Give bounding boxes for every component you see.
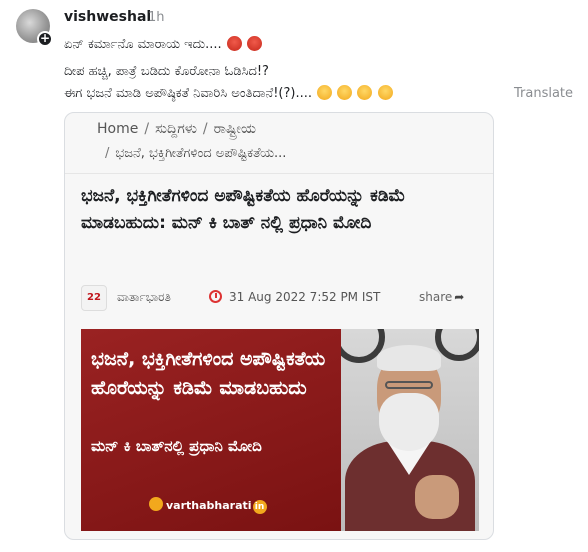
laughing-emoji-icon — [357, 85, 373, 100]
translate-link[interactable]: Translate — [514, 86, 573, 101]
laughing-emoji-icon — [337, 85, 353, 100]
banner-headline: ಭಜನೆ, ಭಕ್ತಿಗೀತೆಗಳಿಂದ ಅಪೌಷ್ಟಿಕತೆಯ ಹೊರೆಯನ್… — [91, 348, 326, 399]
banner-logo: varthabharati in — [149, 497, 267, 514]
breadcrumb: Home / ಸುದ್ದಿಗಳು / ರಾಷ್ಟ್ರೀಯ — [97, 121, 256, 137]
caption-line-2: ದೀಪ ಹಚ್ಚಿ, ಪಾತ್ರೆ ಬಡಿದು ಕೊರೋನಾ ಓಡಿಸಿದ!? — [64, 64, 269, 79]
source-name: ವಾರ್ತಾಭಾರತಿ — [117, 290, 171, 304]
person-hand — [415, 475, 459, 519]
caption-line-3: ಈಗ ಭಜನೆ ಮಾಡಿ ಅಪೌಷ್ಠಿಕತೆ ನಿವಾರಿಸಿ ಅಂತಿದಾನ… — [64, 85, 393, 101]
person-hair — [377, 345, 441, 371]
banner-logo-text: varthabharati — [166, 499, 252, 512]
article-headline[interactable]: ಭಜನೆ, ಭಕ್ತಿಗೀತೆಗಳಿಂದ ಅಪೌಷ್ಟಿಕತೆಯ ಹೊರೆಯನ್… — [81, 183, 481, 237]
laughing-emoji-icon — [377, 85, 393, 100]
source-logo: 22 — [81, 285, 107, 311]
add-icon[interactable]: + — [37, 31, 53, 47]
caption-text: ಏನ್ ಕರ್ಮಾನೊ ಮಾರಾಯ ಇದು.... — [64, 37, 222, 52]
background-wheel — [435, 329, 479, 361]
article-date: 31 Aug 2022 7:52 PM IST — [229, 290, 381, 304]
share-button[interactable]: share ➦ — [419, 290, 464, 304]
portrait-photo — [341, 329, 479, 531]
share-arrow-icon: ➦ — [454, 290, 465, 304]
breadcrumb-current-label: ಭಜನೆ, ಭಕ್ತಿಗೀತೆಗಳಿಂದ ಅಪೌಷ್ಟಿಕತೆಯ... — [115, 146, 287, 161]
breadcrumb-national[interactable]: ರಾಷ್ಟ್ರೀಯ — [214, 121, 256, 137]
hand-icon — [149, 497, 163, 511]
username[interactable]: vishweshal — [64, 9, 151, 25]
clock-icon — [209, 290, 222, 303]
banner-logo-suffix: in — [252, 500, 267, 514]
breadcrumb-news[interactable]: ಸುದ್ದಿಗಳು — [155, 121, 197, 137]
breadcrumb-current: / ಭಜನೆ, ಭಕ್ತಿಗೀತೆಗಳಿಂದ ಅಪೌಷ್ಟಿಕತೆಯ... — [105, 146, 287, 161]
laughing-emoji-icon — [317, 85, 333, 100]
angry-emoji-icon — [226, 36, 242, 51]
divider — [65, 173, 493, 174]
link-preview-card[interactable]: Home / ಸುದ್ದಿಗಳು / ರಾಷ್ಟ್ರೀಯ / ಭಜನೆ, ಭಕ್ತಿಗೀತ… — [64, 112, 494, 540]
caption-text: ಈಗ ಭಜನೆ ಮಾಡಿ ಅಪೌಷ್ಠಿಕತೆ ನಿವಾರಿಸಿ ಅಂತಿದಾನ… — [64, 86, 312, 101]
post-timestamp: 1h — [148, 10, 165, 25]
banner-subheadline: ಮನ್ ಕಿ ಬಾತ್‌ನಲ್ಲಿ ಪ್ರಧಾನಿ ಮೋದಿ — [91, 437, 262, 455]
article-image[interactable]: ಭಜನೆ, ಭಕ್ತಿಗೀತೆಗಳಿಂದ ಅಪೌಷ್ಟಿಕತೆಯ ಹೊರೆಯನ್… — [81, 329, 479, 531]
caption-line-1: ಏನ್ ಕರ್ಮಾನೊ ಮಾರಾಯ ಇದು.... — [64, 36, 262, 52]
share-label: share — [419, 290, 453, 304]
angry-emoji-icon — [246, 36, 262, 51]
person-glasses — [385, 381, 433, 389]
breadcrumb-home[interactable]: Home — [97, 121, 138, 137]
person-beard — [379, 393, 439, 451]
